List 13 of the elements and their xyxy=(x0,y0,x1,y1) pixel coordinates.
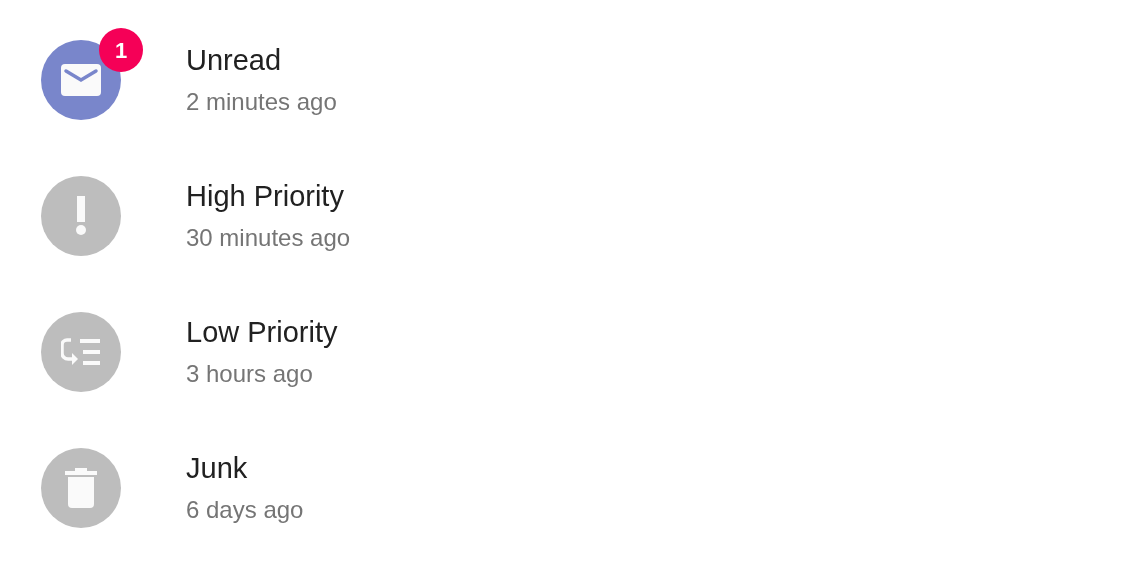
mail-icon xyxy=(61,64,101,96)
item-title[interactable]: High Priority xyxy=(186,179,351,214)
item-title[interactable]: Unread xyxy=(186,43,337,78)
low-priority-icon xyxy=(61,337,101,367)
exclamation-icon xyxy=(75,196,87,236)
item-time: 3 hours ago xyxy=(186,358,314,389)
trash-icon xyxy=(65,468,97,508)
item-time: 30 minutes ago xyxy=(186,222,351,253)
item-time: 2 minutes ago xyxy=(186,86,337,117)
item-title[interactable]: Low Priority xyxy=(186,315,338,350)
count-badge: 1 xyxy=(99,28,143,72)
item-title[interactable]: Junk xyxy=(186,451,304,486)
item-time: 6 days ago xyxy=(186,494,304,525)
